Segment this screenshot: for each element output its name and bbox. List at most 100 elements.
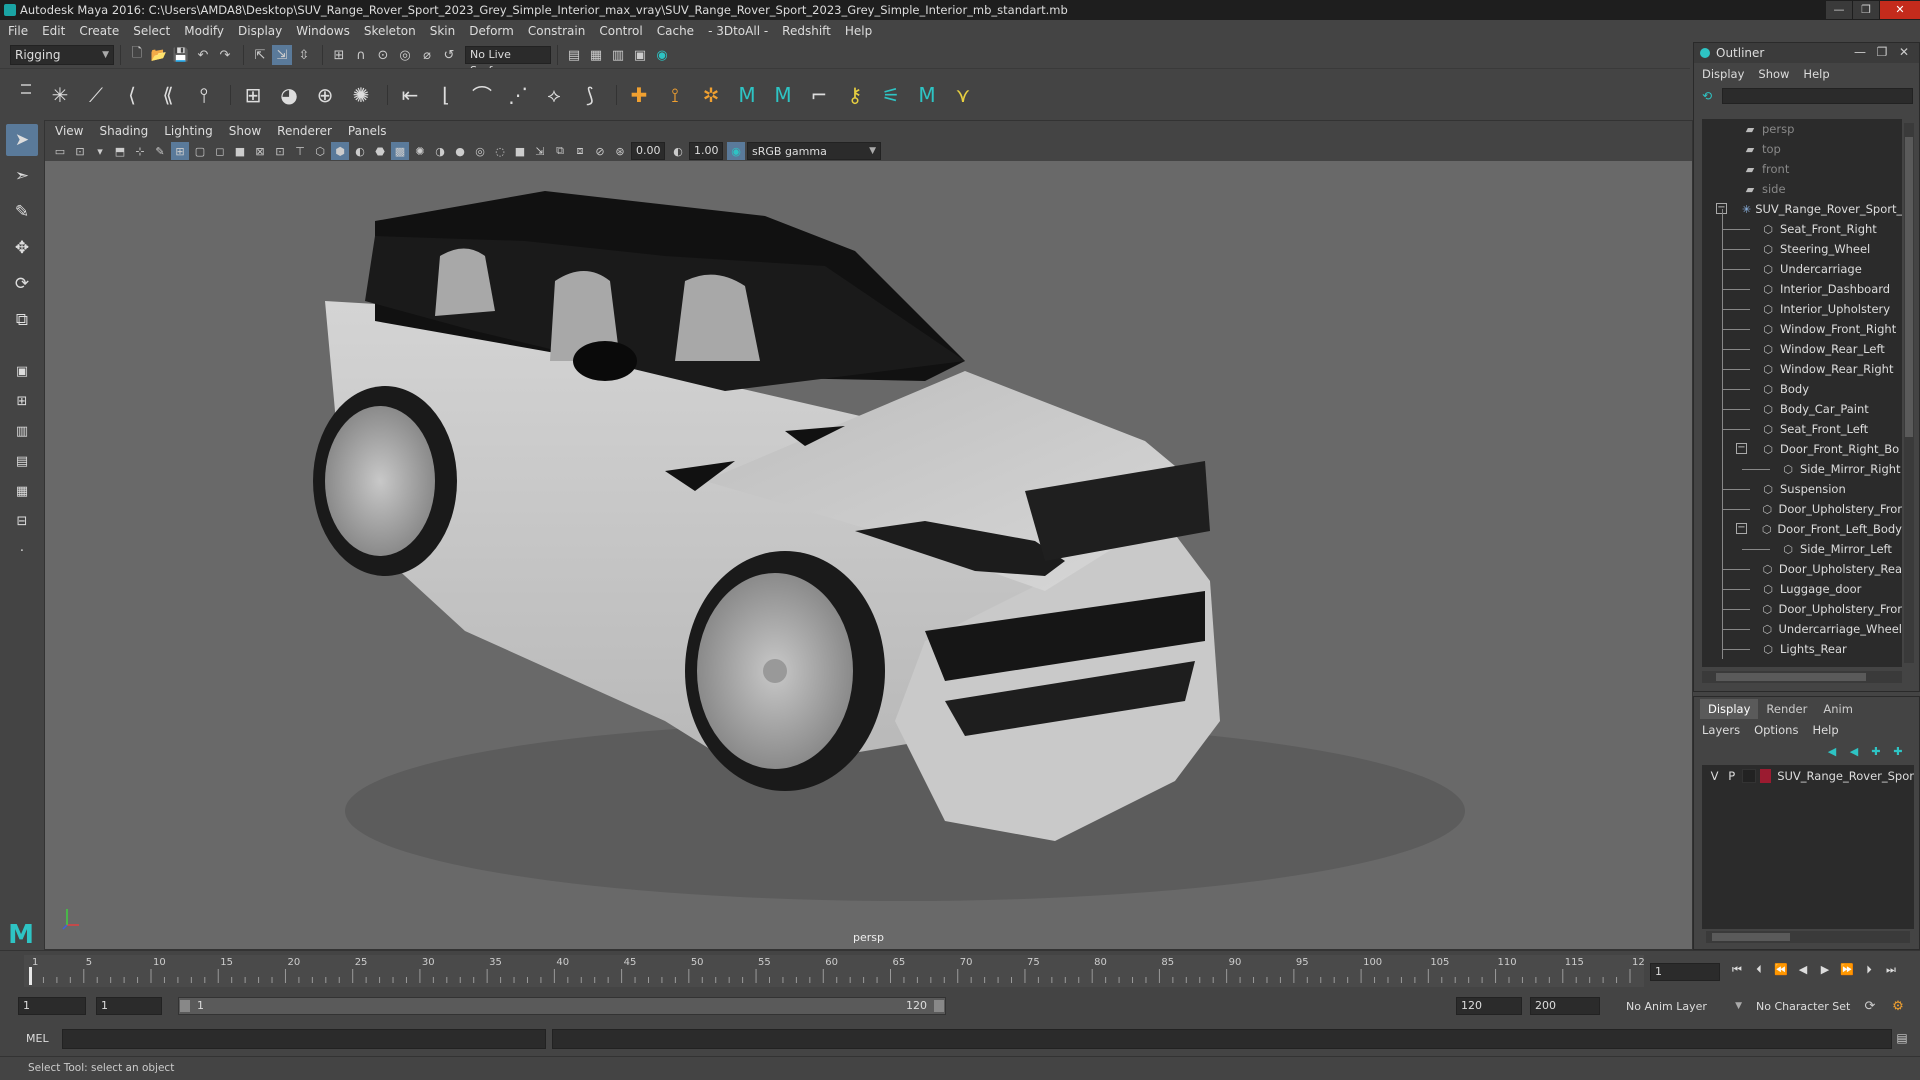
menu-create[interactable]: Create: [79, 24, 119, 38]
script-editor-icon[interactable]: ▤: [1894, 1031, 1910, 1047]
film-gate-icon[interactable]: ▢: [191, 142, 209, 160]
new-empty-layer-icon[interactable]: ✚: [1865, 745, 1887, 758]
panel-menu-view[interactable]: View: [55, 124, 83, 138]
outliner-item[interactable]: ▰ top: [1702, 139, 1902, 159]
current-time-marker[interactable]: [29, 967, 32, 985]
menu-file[interactable]: File: [8, 24, 28, 38]
motion-blur-icon[interactable]: ◎: [471, 142, 489, 160]
sculpt-deformer-icon[interactable]: ✺: [345, 79, 377, 111]
gamma-icon[interactable]: ◐: [669, 142, 687, 160]
menu-control[interactable]: Control: [599, 24, 642, 38]
anti-aliasing-icon[interactable]: ◌: [491, 142, 509, 160]
tab-display[interactable]: Display: [1700, 699, 1759, 719]
current-frame-field[interactable]: 1: [1650, 963, 1720, 981]
anim-layer-dropdown[interactable]: No Anim Layer ▼: [1622, 997, 1746, 1015]
scale-constraint-icon[interactable]: M: [767, 79, 799, 111]
smooth-bind-icon[interactable]: ⋰: [502, 79, 534, 111]
shadows-icon[interactable]: ◑: [431, 142, 449, 160]
layer-menu-help[interactable]: Help: [1812, 723, 1838, 737]
mel-command-input[interactable]: [62, 1029, 546, 1049]
step-back-key-icon[interactable]: ⏪: [1770, 963, 1792, 977]
new-layer-from-selection-icon[interactable]: ✚: [1887, 745, 1909, 758]
outliner-layout-icon[interactable]: ⊟: [6, 508, 38, 534]
layer-color-swatch[interactable]: [1759, 769, 1772, 783]
camera-attributes-icon[interactable]: ⊡: [71, 142, 89, 160]
menu-3dtoall[interactable]: - 3DtoAll -: [708, 24, 768, 38]
maximize-button[interactable]: ❐: [1871, 45, 1893, 59]
snap-curve-icon[interactable]: ∩: [351, 45, 371, 65]
outliner-item[interactable]: − ⬡ Door_Front_Right_Bo: [1702, 439, 1902, 459]
rotate-tool-icon[interactable]: ⟳: [6, 268, 38, 300]
point-constraint-icon[interactable]: ✚: [623, 79, 655, 111]
outliner-search-input[interactable]: [1722, 88, 1913, 104]
select-object-icon[interactable]: ⇲: [272, 45, 292, 65]
lasso-tool-icon[interactable]: ➣: [6, 160, 38, 192]
color-management-icon[interactable]: ◉: [727, 142, 745, 160]
snap-view-plane-icon[interactable]: ◎: [395, 45, 415, 65]
outliner-item[interactable]: ▰ front: [1702, 159, 1902, 179]
depth-of-field-icon[interactable]: ■: [511, 142, 529, 160]
menu-set-dropdown[interactable]: Rigging ▼: [10, 45, 114, 65]
model-panel[interactable]: View Shading Lighting Show Renderer Pane…: [44, 120, 1693, 950]
outliner-item[interactable]: ▰ persp: [1702, 119, 1902, 139]
go-to-start-icon[interactable]: ⏮: [1726, 963, 1748, 977]
view-transform-dropdown[interactable]: sRGB gamma ▼: [747, 142, 881, 160]
resolution-gate-icon[interactable]: ◻: [211, 142, 229, 160]
outliner-item[interactable]: ⬡ Window_Rear_Left: [1702, 339, 1902, 359]
single-perspective-layout-icon[interactable]: ▣: [6, 358, 38, 384]
minimize-button[interactable]: —: [1849, 45, 1871, 59]
outliner-item[interactable]: ⬡ Window_Front_Right: [1702, 319, 1902, 339]
paint-select-tool-icon[interactable]: ✎: [6, 196, 38, 228]
range-start-handle[interactable]: [180, 1000, 190, 1012]
snap-grid-icon[interactable]: ⊞: [329, 45, 349, 65]
collapse-toggle[interactable]: −: [1736, 523, 1747, 534]
panel-menu-shading[interactable]: Shading: [99, 124, 148, 138]
outliner-item[interactable]: ⬡ Window_Rear_Right: [1702, 359, 1902, 379]
start-time-field[interactable]: 1: [18, 997, 86, 1015]
panel-menu-show[interactable]: Show: [229, 124, 261, 138]
layer-row[interactable]: V P SUV_Range_Rover_Spor: [1702, 765, 1914, 787]
smooth-shade-icon[interactable]: ⬢: [331, 142, 349, 160]
more-layouts-icon[interactable]: ·: [6, 538, 38, 564]
mirror-joint-icon[interactable]: ⫯: [188, 79, 220, 111]
script-language-toggle[interactable]: MEL: [26, 1032, 49, 1045]
panel-menu-renderer[interactable]: Renderer: [277, 124, 332, 138]
outliner-item[interactable]: ⬡ Seat_Front_Left: [1702, 419, 1902, 439]
rigid-bind-icon[interactable]: ⟡: [538, 79, 570, 111]
menu-select[interactable]: Select: [133, 24, 170, 38]
gamma-field[interactable]: 1.00: [689, 142, 723, 160]
menu-help[interactable]: Help: [845, 24, 872, 38]
four-view-layout-icon[interactable]: ⊞: [6, 388, 38, 414]
close-button[interactable]: ✕: [1880, 1, 1920, 19]
outliner-item[interactable]: ⬡ Seat_Front_Right: [1702, 219, 1902, 239]
panel-menu-lighting[interactable]: Lighting: [164, 124, 213, 138]
outliner-item[interactable]: ⬡ Side_Mirror_Left: [1702, 539, 1902, 559]
exposure-field[interactable]: 0.00: [631, 142, 665, 160]
render-settings-icon[interactable]: ▤: [564, 45, 584, 65]
outliner-vertical-scrollbar[interactable]: [1904, 123, 1914, 663]
use-default-material-icon[interactable]: ◐: [351, 142, 369, 160]
isolate-select-icon[interactable]: ⇲: [531, 142, 549, 160]
orient-constraint-icon[interactable]: ✲: [695, 79, 727, 111]
save-scene-icon[interactable]: 💾: [171, 45, 191, 65]
outliner-menu-show[interactable]: Show: [1758, 67, 1789, 81]
minimize-button[interactable]: —: [1826, 1, 1852, 19]
shelf-tabs-toggle[interactable]: [18, 78, 34, 118]
wireframe-icon[interactable]: ⬡: [311, 142, 329, 160]
menu-skeleton[interactable]: Skeleton: [364, 24, 416, 38]
xray-icon[interactable]: ⧉: [551, 142, 569, 160]
animation-preferences-icon[interactable]: ⚙: [1888, 996, 1908, 1016]
refresh-icon[interactable]: ⟲: [1698, 87, 1716, 105]
collapse-toggle[interactable]: −: [1736, 443, 1747, 454]
snap-point-icon[interactable]: ⊙: [373, 45, 393, 65]
outliner-item[interactable]: ⬡ Undercarriage: [1702, 259, 1902, 279]
redo-icon[interactable]: ↷: [215, 45, 235, 65]
lattice-icon[interactable]: ⊞: [237, 79, 269, 111]
wrap-icon[interactable]: ⊕: [309, 79, 341, 111]
play-backwards-icon[interactable]: ◀: [1792, 963, 1814, 977]
layer-horizontal-scrollbar[interactable]: [1706, 931, 1910, 943]
move-tool-icon[interactable]: ✥: [6, 232, 38, 264]
move-layer-down-icon[interactable]: ◀: [1843, 745, 1865, 758]
move-layer-up-icon[interactable]: ◀: [1821, 745, 1843, 758]
bind-skin-icon[interactable]: ⇤: [394, 79, 426, 111]
